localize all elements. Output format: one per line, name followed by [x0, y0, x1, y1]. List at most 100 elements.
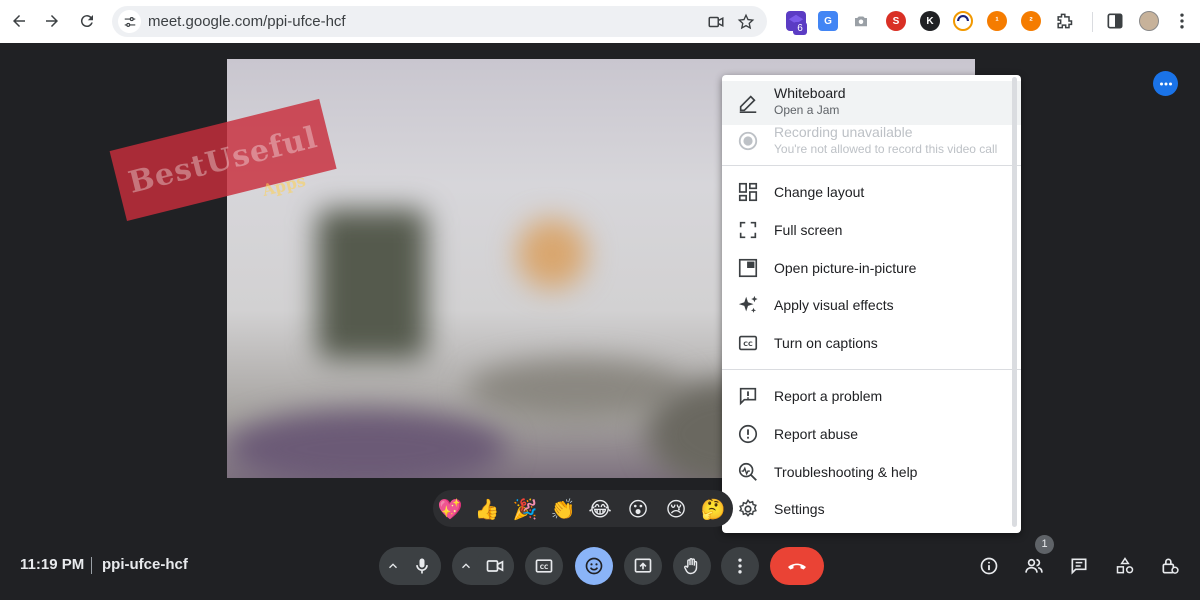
menu-item-label: Turn on captions	[774, 334, 878, 351]
forward-icon[interactable]	[35, 4, 69, 38]
reaction-thumbs-up[interactable]: 👍	[473, 495, 501, 523]
raise-hand-button[interactable]	[673, 547, 711, 585]
reaction-surprised[interactable]: 😮	[624, 495, 652, 523]
host-controls-icon[interactable]	[1157, 553, 1183, 579]
menu-item-captions[interactable]: CC Turn on captions	[722, 324, 1021, 361]
menu-item-recording: Recording unavailable You're not allowed…	[722, 120, 1021, 164]
blurred-picture-frame	[317, 209, 427, 359]
alert-icon	[736, 422, 760, 446]
reaction-sad[interactable]: 😢	[662, 495, 690, 523]
meeting-time: 11:19 PM	[20, 556, 85, 573]
orange-extension-icon[interactable]: ¹	[987, 11, 1007, 31]
orange-extension-2-icon[interactable]: ²	[1021, 11, 1041, 31]
reactions-bar: 💖 👍 🎉 👏 😂 😮 😢 🤔	[433, 490, 733, 527]
menu-item-label: Full screen	[774, 221, 843, 238]
pen-icon	[736, 91, 760, 115]
toolbar-divider	[1092, 12, 1093, 32]
camera-extension-icon[interactable]	[851, 11, 871, 31]
menu-item-full-screen[interactable]: Full screen	[722, 211, 1021, 248]
menu-item-label: Apply visual effects	[774, 296, 894, 313]
troubleshoot-icon	[736, 460, 760, 484]
hangup-icon	[788, 563, 806, 570]
menu-item-label: Open picture-in-picture	[774, 259, 917, 276]
swirl-extension-icon[interactable]	[953, 11, 973, 31]
present-icon	[634, 558, 652, 573]
settings-icon	[736, 497, 760, 521]
menu-scrollbar[interactable]	[1012, 77, 1017, 527]
reaction-party-popper[interactable]: 🎉	[511, 495, 539, 523]
sparkle-icon	[736, 293, 760, 317]
menu-item-sublabel: Open a Jam	[774, 103, 840, 117]
red-extension-icon[interactable]: S	[886, 11, 906, 31]
menu-item-label: Change layout	[774, 183, 865, 200]
mic-options-chevron-icon[interactable]	[384, 557, 402, 575]
reaction-clapping[interactable]: 👏	[549, 495, 577, 523]
tune-icon[interactable]	[118, 10, 141, 33]
menu-item-visual-effects[interactable]: Apply visual effects	[722, 286, 1021, 323]
translate-extension-icon[interactable]: G	[818, 11, 838, 31]
microphone-icon	[416, 558, 428, 574]
reactions-button[interactable]	[575, 547, 613, 585]
k-extension-icon[interactable]: K	[920, 11, 940, 31]
menu-item-label: Report a problem	[774, 387, 883, 404]
menu-item-label: Settings	[774, 500, 825, 517]
star-icon[interactable]	[736, 12, 756, 32]
pip-icon	[736, 256, 760, 280]
reaction-thinking[interactable]: 🤔	[699, 495, 727, 523]
menu-item-label: Report abuse	[774, 425, 859, 442]
chat-icon[interactable]	[1066, 553, 1092, 579]
menu-item-sublabel: You're not allowed to record this video …	[774, 142, 998, 156]
leave-call-button[interactable]	[770, 547, 824, 585]
menu-item-change-layout[interactable]: Change layout	[722, 173, 1021, 210]
reaction-laughing[interactable]: 😂	[586, 495, 614, 523]
menu-divider	[722, 369, 1021, 370]
video-camera-icon[interactable]	[706, 12, 726, 32]
menu-item-label: Whiteboard	[774, 85, 846, 101]
meeting-details-icon[interactable]	[976, 553, 1002, 579]
menu-item-label: Recording unavailable	[774, 124, 913, 140]
participants-count-badge: 1	[1035, 535, 1054, 554]
browser-toolbar: meet.google.com/ppi-ufce-hcf 6 G S K ¹ ²	[0, 0, 1200, 43]
menu-item-report-problem[interactable]: Report a problem	[722, 377, 1021, 414]
activities-icon[interactable]	[1112, 553, 1138, 579]
reload-icon[interactable]	[70, 4, 104, 38]
microphone-button[interactable]	[403, 547, 441, 585]
people-icon[interactable]	[1021, 553, 1047, 579]
extensions-icon[interactable]	[1054, 11, 1074, 31]
address-bar[interactable]: meet.google.com/ppi-ufce-hcf	[112, 6, 767, 37]
camera-button[interactable]	[476, 547, 514, 585]
blurred-floor	[227, 409, 507, 478]
camera-options-chevron-icon[interactable]	[457, 557, 475, 575]
more-options-menu: Whiteboard Open a Jam Recording unavaila…	[722, 75, 1021, 533]
captions-icon: CC	[736, 331, 760, 355]
more-options-button[interactable]	[721, 547, 759, 585]
menu-divider	[722, 165, 1021, 166]
fullscreen-icon	[736, 218, 760, 242]
kebab-icon[interactable]	[1172, 11, 1192, 31]
svg-text:CC: CC	[743, 340, 753, 348]
sidepanel-icon[interactable]	[1105, 11, 1125, 31]
kebab-icon	[738, 558, 742, 574]
back-icon[interactable]	[2, 4, 36, 38]
info-separator	[91, 557, 92, 574]
menu-item-report-abuse[interactable]: Report abuse	[722, 415, 1021, 452]
feedback-icon	[736, 384, 760, 408]
captions-icon: CC	[535, 559, 553, 573]
reaction-sparkling-heart[interactable]: 💖	[436, 495, 464, 523]
captions-button[interactable]: CC	[525, 547, 563, 585]
blurred-lamp	[517, 219, 587, 289]
meeting-code: ppi-ufce-hcf	[102, 556, 188, 573]
menu-item-picture-in-picture[interactable]: Open picture-in-picture	[722, 249, 1021, 286]
record-icon	[736, 129, 760, 153]
url-text[interactable]: meet.google.com/ppi-ufce-hcf	[148, 13, 346, 30]
extension-badge: 6	[793, 22, 807, 35]
layout-icon	[736, 180, 760, 204]
menu-item-troubleshooting[interactable]: Troubleshooting & help	[722, 453, 1021, 490]
profile-avatar[interactable]	[1139, 11, 1159, 31]
smiley-icon	[585, 557, 603, 575]
camera-icon	[486, 560, 504, 572]
present-screen-button[interactable]	[624, 547, 662, 585]
menu-item-settings[interactable]: Settings	[722, 490, 1021, 527]
menu-item-whiteboard[interactable]: Whiteboard Open a Jam	[722, 81, 1021, 125]
tile-more-options-button[interactable]	[1153, 71, 1178, 96]
